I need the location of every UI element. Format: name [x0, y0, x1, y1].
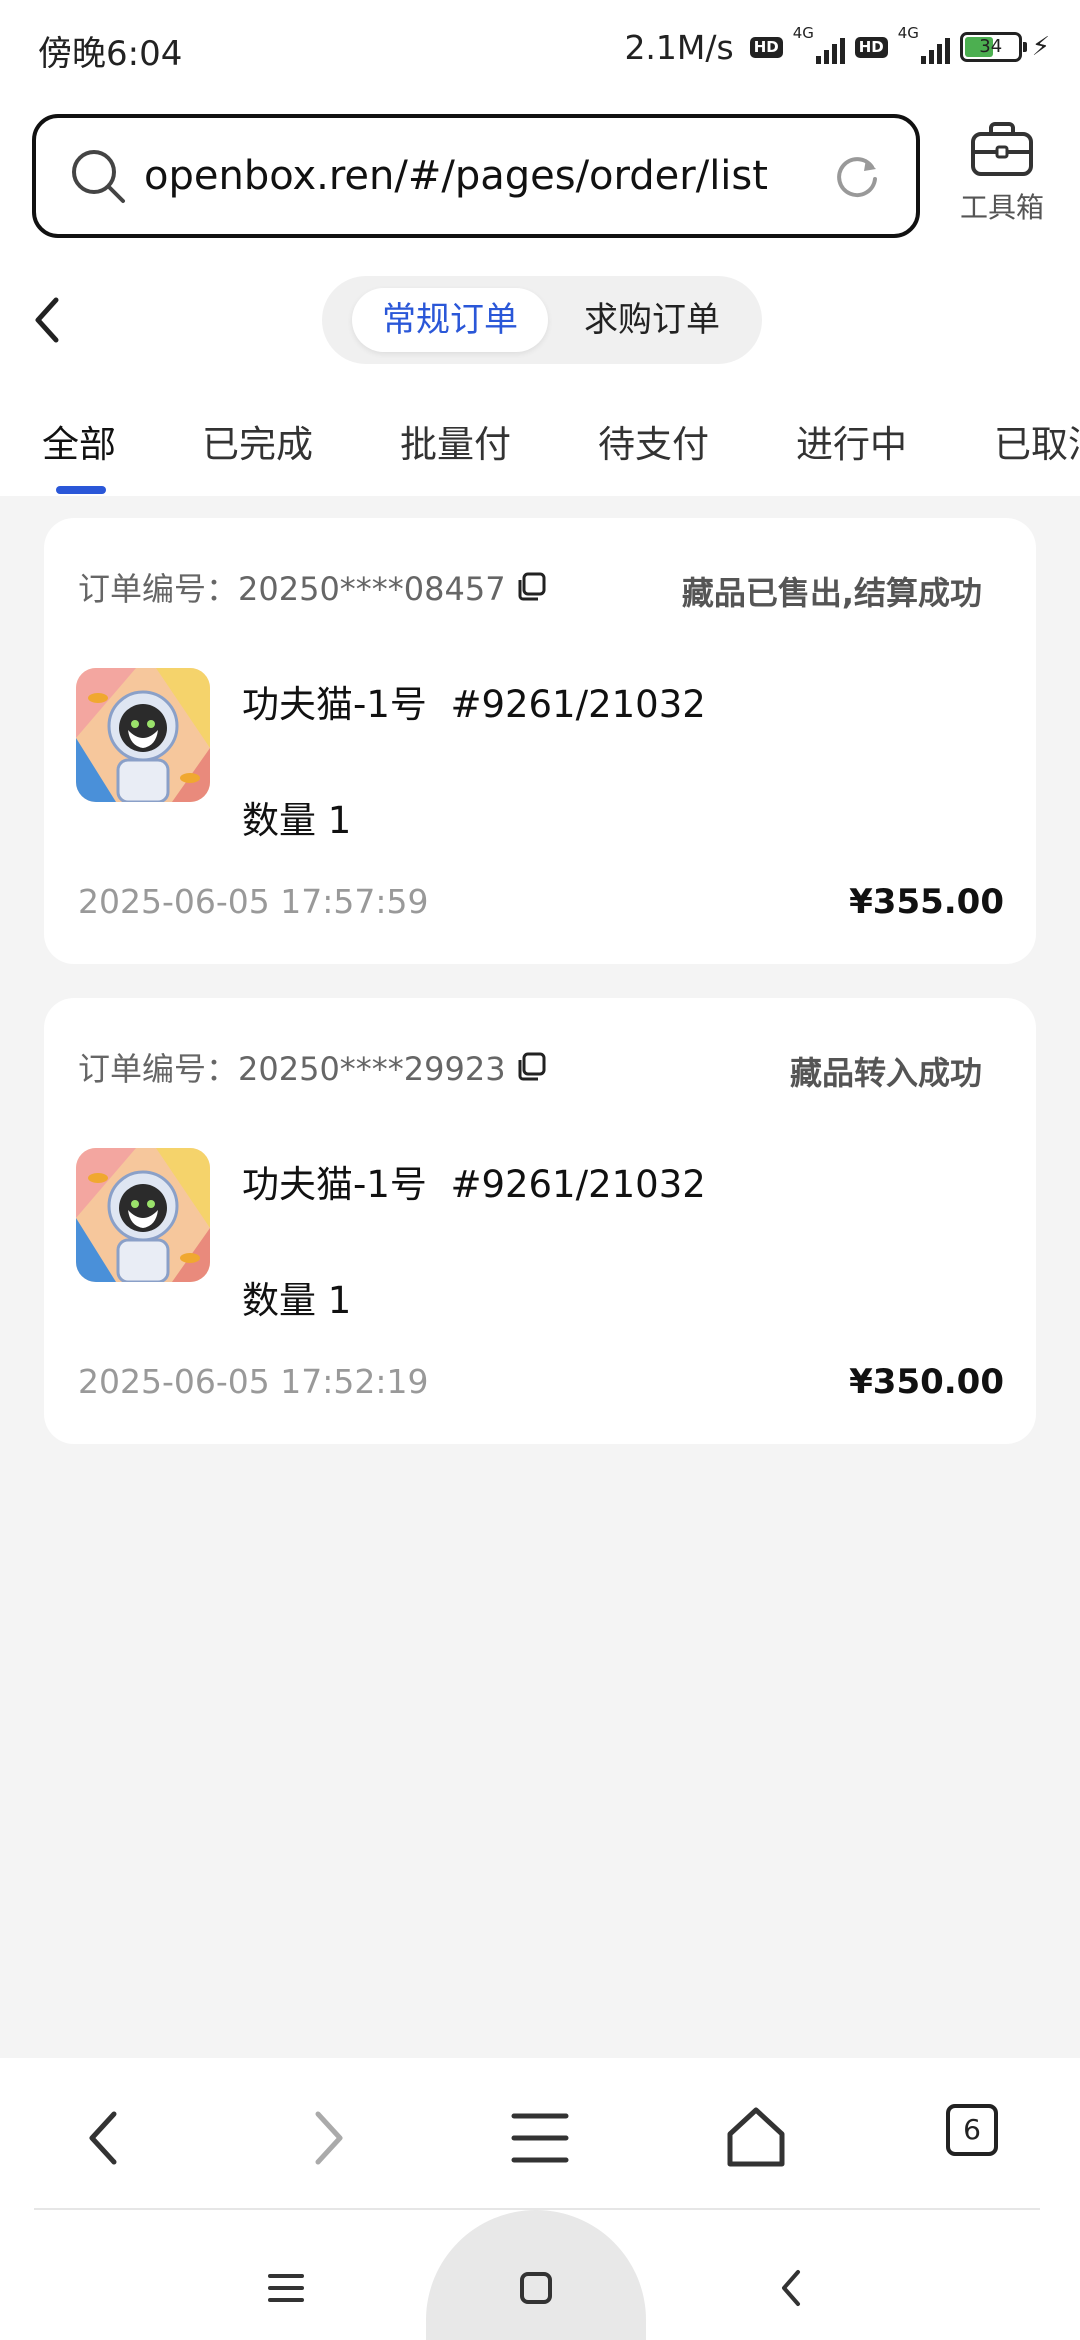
- hd-badge-2: HD: [854, 36, 888, 58]
- signal-icon: 4G: [792, 24, 845, 68]
- order-type-switch: 常规订单 求购订单: [322, 276, 762, 364]
- copy-icon[interactable]: [514, 1050, 548, 1084]
- order-number: 订单编号：20250****29923: [78, 1050, 506, 1088]
- order-price: ¥350.00: [849, 1362, 1004, 1402]
- home-square-icon[interactable]: [514, 2266, 558, 2310]
- forward-icon[interactable]: [290, 2102, 362, 2174]
- status-bar: 傍晚6:04 2.1M/s HD 4G HD 4G 34 ⚡: [0, 0, 1080, 96]
- segment-regular-orders[interactable]: 常规订单: [352, 288, 548, 352]
- system-nav-bar: [0, 2210, 1080, 2340]
- signal-icon-2: 4G: [897, 24, 950, 68]
- network-type: 4G: [792, 24, 814, 42]
- order-time: 2025-06-05 17:52:19: [78, 1362, 429, 1401]
- toolbox-button[interactable]: 工具箱: [952, 120, 1052, 240]
- battery-icon: 34: [959, 32, 1027, 62]
- network-type-2: 4G: [897, 24, 919, 42]
- status-time: 傍晚6:04: [38, 34, 183, 74]
- order-number: 订单编号：20250****08457: [78, 570, 506, 608]
- charging-icon: ⚡: [1031, 32, 1050, 62]
- order-time: 2025-06-05 17:57:59: [78, 882, 429, 921]
- tab-in-progress[interactable]: 进行中: [796, 414, 907, 468]
- tab-cancelled[interactable]: 已取消: [994, 414, 1080, 468]
- url-text[interactable]: openbox.ren/#/pages/order/list: [144, 153, 832, 199]
- order-status: 藏品转入成功: [789, 1054, 982, 1092]
- order-card[interactable]: 订单编号：20250****08457 藏品已售出,结算成功 功夫猫-1号 #9…: [44, 518, 1036, 964]
- toolbox-icon: [971, 122, 1033, 176]
- copy-icon[interactable]: [514, 570, 548, 604]
- item-quantity: 数量 1: [242, 799, 352, 842]
- order-status: 藏品已售出,结算成功: [681, 574, 982, 612]
- back-chevron-icon[interactable]: [770, 2266, 814, 2310]
- status-tabs: 全部 已完成 批量付 待支付 进行中 已取消: [0, 400, 1080, 496]
- segment-purchase-orders[interactable]: 求购订单: [562, 288, 742, 352]
- tab-pending-payment[interactable]: 待支付: [598, 414, 709, 468]
- back-icon[interactable]: [70, 2102, 142, 2174]
- item-name: 功夫猫-1号: [242, 683, 427, 726]
- net-speed: 2.1M/s: [624, 27, 734, 67]
- toolbox-label: 工具箱: [959, 191, 1044, 224]
- order-card[interactable]: 订单编号：20250****29923 藏品转入成功 功夫猫-1号 #9261/…: [44, 998, 1036, 1444]
- address-bar[interactable]: openbox.ren/#/pages/order/list: [32, 114, 920, 238]
- search-icon: [72, 150, 125, 203]
- hd-badge: HD: [749, 36, 783, 58]
- tab-completed[interactable]: 已完成: [202, 414, 313, 468]
- active-tab-indicator: [56, 486, 106, 494]
- tab-batch-pay[interactable]: 批量付: [400, 414, 511, 468]
- menu-icon[interactable]: [504, 2102, 576, 2174]
- browser-toolbar: [0, 2058, 1080, 2210]
- item-serial: #9261/21032: [450, 1163, 706, 1206]
- home-icon[interactable]: [720, 2102, 792, 2174]
- item-name-row: 功夫猫-1号 #9261/21032: [242, 1154, 706, 1208]
- status-indicators: 2.1M/s HD 4G HD 4G 34 ⚡: [624, 24, 1050, 70]
- tabs-count-icon[interactable]: 6: [946, 2104, 998, 2156]
- item-serial: #9261/21032: [450, 683, 706, 726]
- battery-level: 34: [979, 36, 1003, 57]
- order-number-row: 订单编号：20250****08457: [78, 564, 548, 610]
- item-name: 功夫猫-1号: [242, 1163, 427, 1206]
- collectible-thumbnail: [76, 668, 210, 802]
- item-quantity: 数量 1: [242, 1279, 352, 1322]
- order-number-row: 订单编号：20250****29923: [78, 1044, 548, 1090]
- item-name-row: 功夫猫-1号 #9261/21032: [242, 674, 706, 728]
- collectible-thumbnail: [76, 1148, 210, 1282]
- back-icon[interactable]: [26, 294, 70, 346]
- order-price: ¥355.00: [849, 882, 1004, 922]
- recents-icon[interactable]: [264, 2266, 308, 2310]
- tab-all[interactable]: 全部: [42, 414, 116, 468]
- reload-icon[interactable]: [832, 151, 882, 201]
